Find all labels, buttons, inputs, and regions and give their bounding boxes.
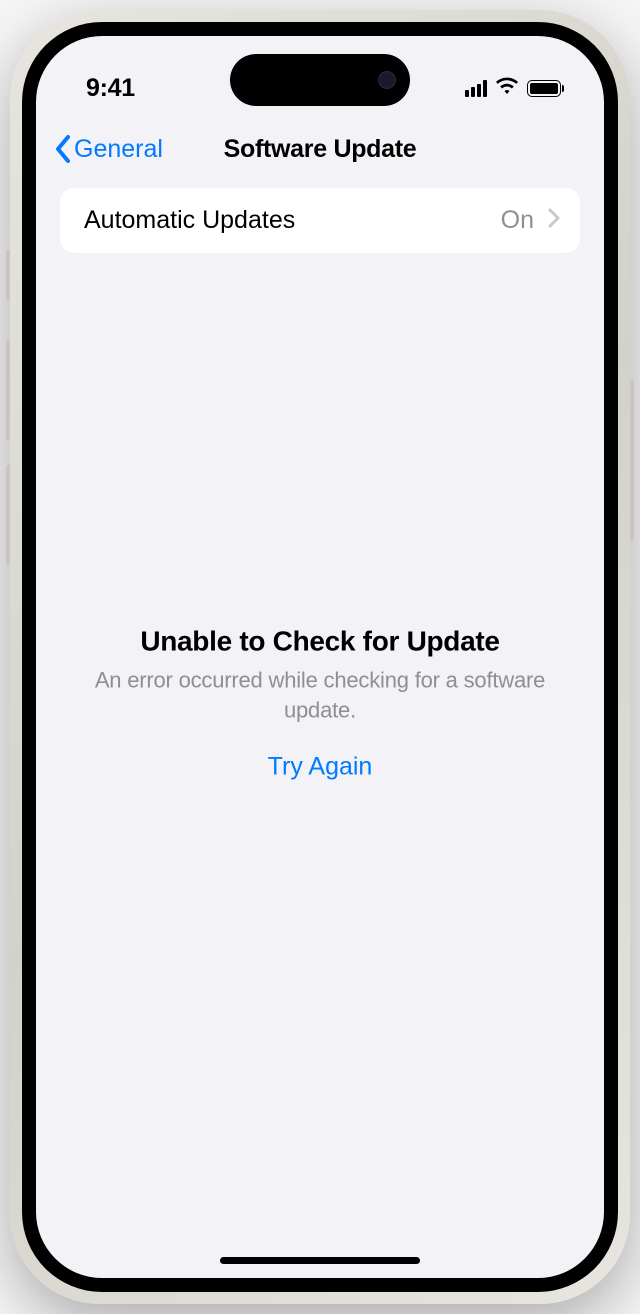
phone-bezel: 9:41 xyxy=(22,22,618,1292)
wifi-icon xyxy=(495,77,519,100)
error-section: Unable to Check for Update An error occu… xyxy=(36,626,604,782)
page-title: Software Update xyxy=(224,135,417,164)
error-title: Unable to Check for Update xyxy=(86,626,554,658)
cellular-signal-icon xyxy=(465,80,487,97)
automatic-updates-label: Automatic Updates xyxy=(84,206,295,235)
screen: 9:41 xyxy=(36,36,604,1278)
dynamic-island xyxy=(230,54,410,106)
side-button-mute xyxy=(6,250,10,300)
battery-icon xyxy=(527,80,564,97)
automatic-updates-value: On xyxy=(501,206,534,235)
back-label: General xyxy=(74,135,163,164)
status-time: 9:41 xyxy=(86,74,135,103)
back-button[interactable]: General xyxy=(54,134,163,164)
chevron-left-icon xyxy=(54,134,72,164)
home-indicator[interactable] xyxy=(220,1257,420,1264)
side-button-power xyxy=(630,380,634,540)
side-button-volume-down xyxy=(6,465,10,565)
try-again-button[interactable]: Try Again xyxy=(268,753,373,782)
error-message: An error occurred while checking for a s… xyxy=(86,666,554,725)
navigation-bar: General Software Update xyxy=(36,116,604,188)
chevron-right-icon xyxy=(548,208,560,233)
front-camera xyxy=(378,71,396,89)
content-area: Automatic Updates On xyxy=(36,188,604,253)
phone-frame: 9:41 xyxy=(10,10,630,1304)
status-icons xyxy=(465,77,564,100)
settings-value-wrap: On xyxy=(501,206,560,235)
automatic-updates-row[interactable]: Automatic Updates On xyxy=(60,188,580,253)
side-button-volume-up xyxy=(6,340,10,440)
